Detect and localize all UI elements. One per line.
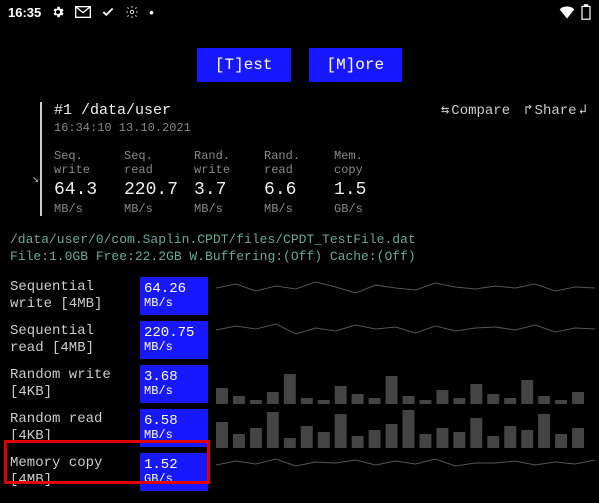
metric-rand-write: Rand. write 3.7 MB/s [194, 149, 248, 216]
file-params: File:1.0GB Free:22.2GB W.Buffering:(Off)… [10, 249, 589, 266]
test-label: Sequential write [4MB] [10, 279, 136, 313]
test-value: 64.26 MB/s [140, 277, 208, 315]
test-button[interactable]: [T]est [197, 48, 291, 82]
metric-seq-read: Seq. read 220.7 MB/s [124, 149, 178, 216]
status-right [559, 4, 591, 20]
result-actions: ⇆ Compare ↱ Share ↲ [441, 102, 587, 119]
result-timestamp: 16:34:10 13.10.2021 [54, 121, 191, 135]
check-icon [101, 5, 115, 19]
test-value: 1.52 GB/s [140, 453, 208, 491]
metrics-row: ↘ Seq. write 64.3 MB/s Seq. read 220.7 M… [54, 149, 587, 216]
test-row-mem-copy: Memory copy [4MB] 1.52 GB/s [10, 450, 595, 494]
metric-rand-read: Rand. read 6.6 MB/s [264, 149, 318, 216]
status-time: 16:35 [8, 5, 41, 20]
test-value: 220.75 MB/s [140, 321, 208, 359]
wifi-icon [559, 5, 575, 19]
test-row-rand-read: Random read [4KB] 6.58 MB/s [10, 406, 595, 450]
test-list: Sequential write [4MB] 64.26 MB/s Sequen… [0, 270, 599, 494]
more-button[interactable]: [M]ore [309, 48, 403, 82]
test-label: Random read [4KB] [10, 411, 136, 445]
share-icon: ↱ [524, 102, 532, 119]
test-label: Sequential read [4MB] [10, 323, 136, 357]
gear-outline-icon [125, 5, 139, 19]
battery-icon [581, 4, 591, 20]
graph-rand-write [216, 364, 595, 404]
share-button[interactable]: ↱ Share ↲ [524, 102, 587, 119]
share-label: Share [535, 103, 577, 119]
test-row-seq-write: Sequential write [4MB] 64.26 MB/s [10, 274, 595, 318]
test-label: Random write [4KB] [10, 367, 136, 401]
expand-icon[interactable]: ↘ [32, 171, 39, 186]
metric-seq-write: Seq. write 64.3 MB/s [54, 149, 108, 216]
status-left: 16:35 • [8, 5, 154, 20]
top-buttons: [T]est [M]ore [0, 48, 599, 82]
compare-label: Compare [451, 103, 510, 119]
result-title: #1 /data/user [54, 102, 191, 119]
graph-rand-read [216, 408, 595, 448]
metric-mem-copy: Mem. copy 1.5 GB/s [334, 149, 388, 216]
test-row-seq-read: Sequential read [4MB] 220.75 MB/s [10, 318, 595, 362]
compare-button[interactable]: ⇆ Compare [441, 102, 510, 119]
gear-icon [51, 5, 65, 19]
mail-icon [75, 6, 91, 18]
share-arrow-icon: ↲ [579, 102, 587, 119]
file-info: /data/user/0/com.Saplin.CPDT/files/CPDT_… [0, 226, 599, 270]
graph-seq-read [216, 320, 595, 360]
test-label: Memory copy [4MB] [10, 455, 136, 489]
test-value: 6.58 MB/s [140, 409, 208, 447]
result-summary: #1 /data/user 16:34:10 13.10.2021 ⇆ Comp… [40, 102, 587, 216]
test-value: 3.68 MB/s [140, 365, 208, 403]
graph-mem-copy [216, 452, 595, 492]
graph-seq-write [216, 276, 595, 316]
android-status-bar: 16:35 • [0, 0, 599, 24]
file-path: /data/user/0/com.Saplin.CPDT/files/CPDT_… [10, 232, 589, 249]
dot-icon: • [149, 5, 154, 20]
compare-icon: ⇆ [441, 102, 449, 119]
test-row-rand-write: Random write [4KB] 3.68 MB/s [10, 362, 595, 406]
